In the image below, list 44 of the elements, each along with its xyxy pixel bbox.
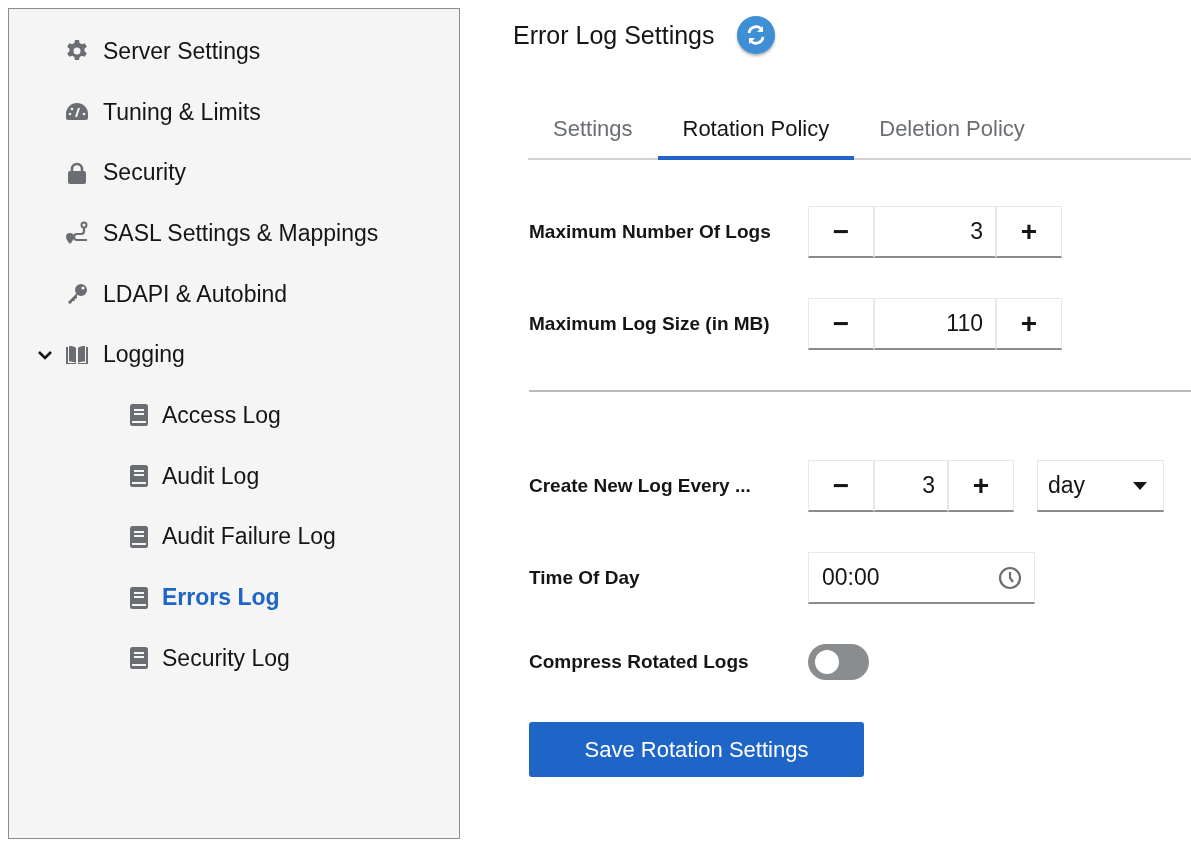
field-label: Time Of Day bbox=[529, 567, 641, 589]
number-field[interactable]: 3 bbox=[874, 460, 948, 512]
sidebar-item[interactable]: LDAPI & Autobind bbox=[103, 280, 288, 308]
number-field[interactable]: 110 bbox=[874, 298, 996, 350]
decrement-button[interactable]: − bbox=[808, 298, 874, 350]
book-icon bbox=[130, 404, 148, 427]
toggle-switch[interactable] bbox=[808, 644, 869, 680]
clock-icon bbox=[998, 565, 1022, 590]
refresh-button[interactable] bbox=[736, 16, 775, 54]
sidebar-item[interactable]: SASL Settings & Mappings bbox=[103, 219, 379, 247]
book-icon bbox=[130, 647, 148, 670]
sidebar-item[interactable]: Logging bbox=[103, 341, 185, 369]
tab[interactable]: Deletion Policy bbox=[854, 104, 1050, 160]
decrement-button[interactable]: − bbox=[808, 460, 874, 512]
sidebar-item[interactable]: Errors Log bbox=[162, 584, 280, 612]
sidebar-item[interactable]: Security Log bbox=[162, 644, 290, 672]
sidebar-item[interactable]: Access Log bbox=[162, 401, 281, 429]
increment-button[interactable]: + bbox=[948, 460, 1014, 512]
sidebar-item[interactable]: Tuning & Limits bbox=[103, 98, 261, 126]
page-title: Error Log Settings bbox=[513, 20, 715, 50]
time-field[interactable]: 00:00 bbox=[808, 552, 1035, 604]
unit-dropdown[interactable]: day bbox=[1037, 460, 1164, 512]
increment-button[interactable]: + bbox=[996, 206, 1062, 258]
caret-down-icon bbox=[1133, 481, 1147, 490]
lock-icon bbox=[65, 160, 89, 185]
tab[interactable]: Settings bbox=[528, 104, 658, 160]
number-field[interactable]: 3 bbox=[874, 206, 996, 258]
field-label: Compress Rotated Logs bbox=[529, 651, 750, 673]
key-icon bbox=[65, 282, 89, 307]
sidebar-item[interactable]: Audit Failure Log bbox=[162, 523, 336, 551]
sidebar-item[interactable]: Audit Log bbox=[162, 462, 260, 490]
field-label: Create New Log Every ... bbox=[529, 475, 752, 497]
tab[interactable]: Rotation Policy bbox=[657, 104, 855, 160]
field-label: Maximum Log Size (in MB) bbox=[529, 313, 771, 335]
save-button[interactable]: Save Rotation Settings bbox=[529, 722, 864, 777]
sidebar-item[interactable]: Security bbox=[103, 159, 187, 187]
route-icon bbox=[65, 221, 89, 246]
decrement-button[interactable]: − bbox=[808, 206, 874, 258]
book-icon bbox=[130, 525, 148, 548]
field-label: Maximum Number Of Logs bbox=[529, 221, 772, 243]
book-icon bbox=[130, 465, 148, 488]
book-icon bbox=[130, 586, 148, 609]
increment-button[interactable]: + bbox=[996, 298, 1062, 350]
sidebar-item[interactable]: Server Settings bbox=[103, 37, 261, 65]
